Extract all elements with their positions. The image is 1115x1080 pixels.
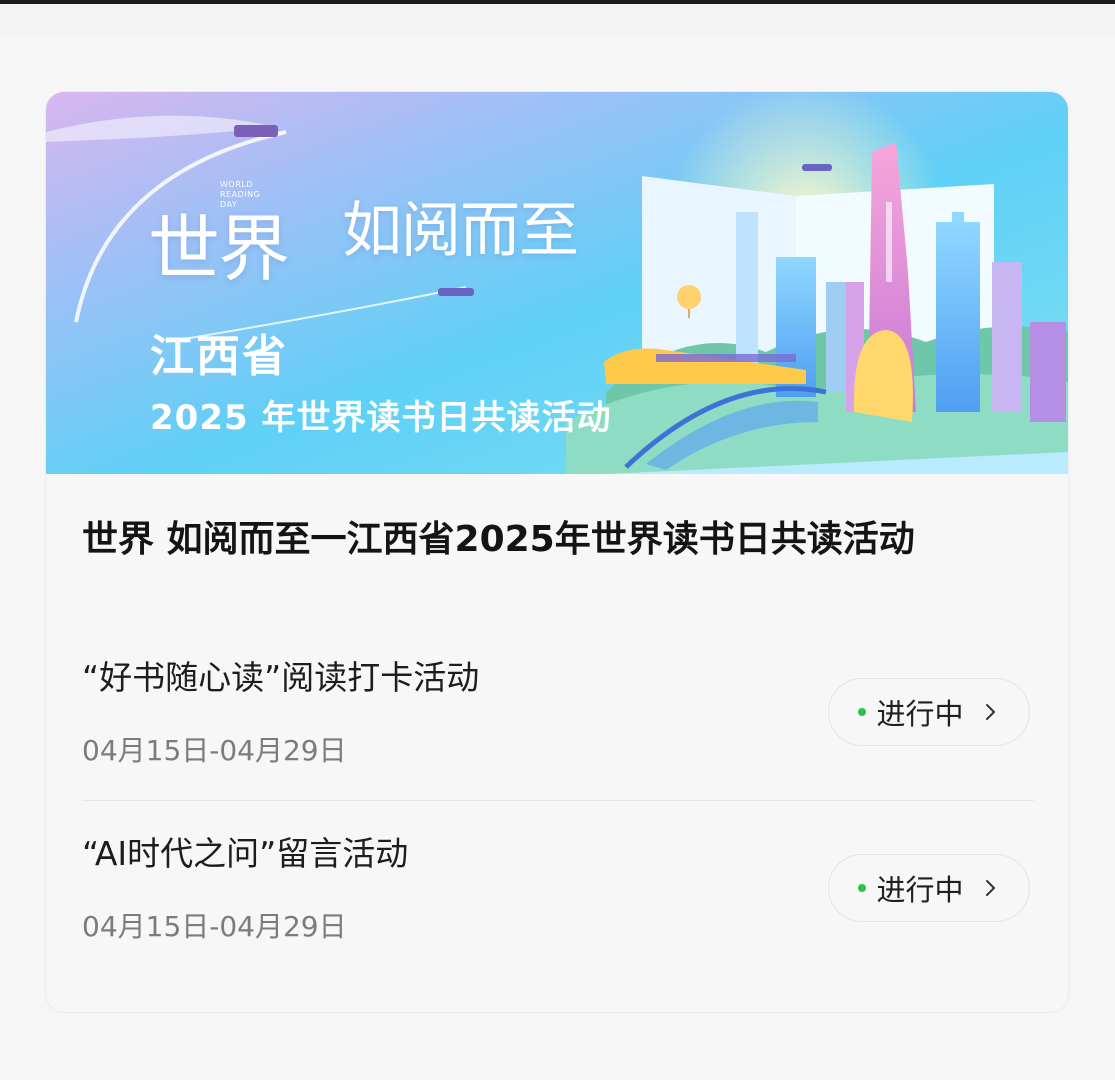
status-dot-icon (858, 708, 867, 716)
status-button[interactable]: 进行中 (828, 854, 1030, 922)
banner-headline-reading: 如阅而至 (342, 196, 579, 266)
status-label: 进行中 (876, 697, 964, 731)
chevron-right-icon (985, 704, 995, 720)
chevron-right-icon (985, 880, 995, 896)
banner-campaign: 2025 年世界读书日共读活动 (150, 398, 612, 438)
status-button[interactable]: 进行中 (828, 678, 1030, 746)
activity-date: 04月15日-04月29日 (82, 734, 347, 767)
divider (82, 800, 1034, 801)
banner-province: 江西省 (150, 331, 288, 382)
event-card[interactable]: 世界 WORLD READING DAY 如阅而至 江西省 2025 年世界读书… (46, 92, 1068, 1012)
status-dot-icon (858, 884, 867, 892)
activity-item[interactable]: “AI时代之问”留言活动 04月15日-04月29日 进行中 (82, 828, 1036, 988)
event-title: 世界 如阅而至一江西省2025年世界读书日共读活动 (82, 519, 915, 560)
banner-world-reading-day-tag: WORLD READING DAY (220, 180, 261, 209)
activity-item[interactable]: “好书随心读”阅读打卡活动 04月15日-04月29日 进行中 (82, 652, 1036, 812)
header-strip (0, 4, 1115, 34)
activity-name: “AI时代之问”留言活动 (82, 834, 409, 873)
activity-date: 04月15日-04月29日 (82, 910, 347, 943)
event-banner[interactable]: 世界 WORLD READING DAY 如阅而至 江西省 2025 年世界读书… (46, 92, 1068, 474)
status-label: 进行中 (876, 873, 964, 907)
activity-name: “好书随心读”阅读打卡活动 (82, 658, 480, 697)
